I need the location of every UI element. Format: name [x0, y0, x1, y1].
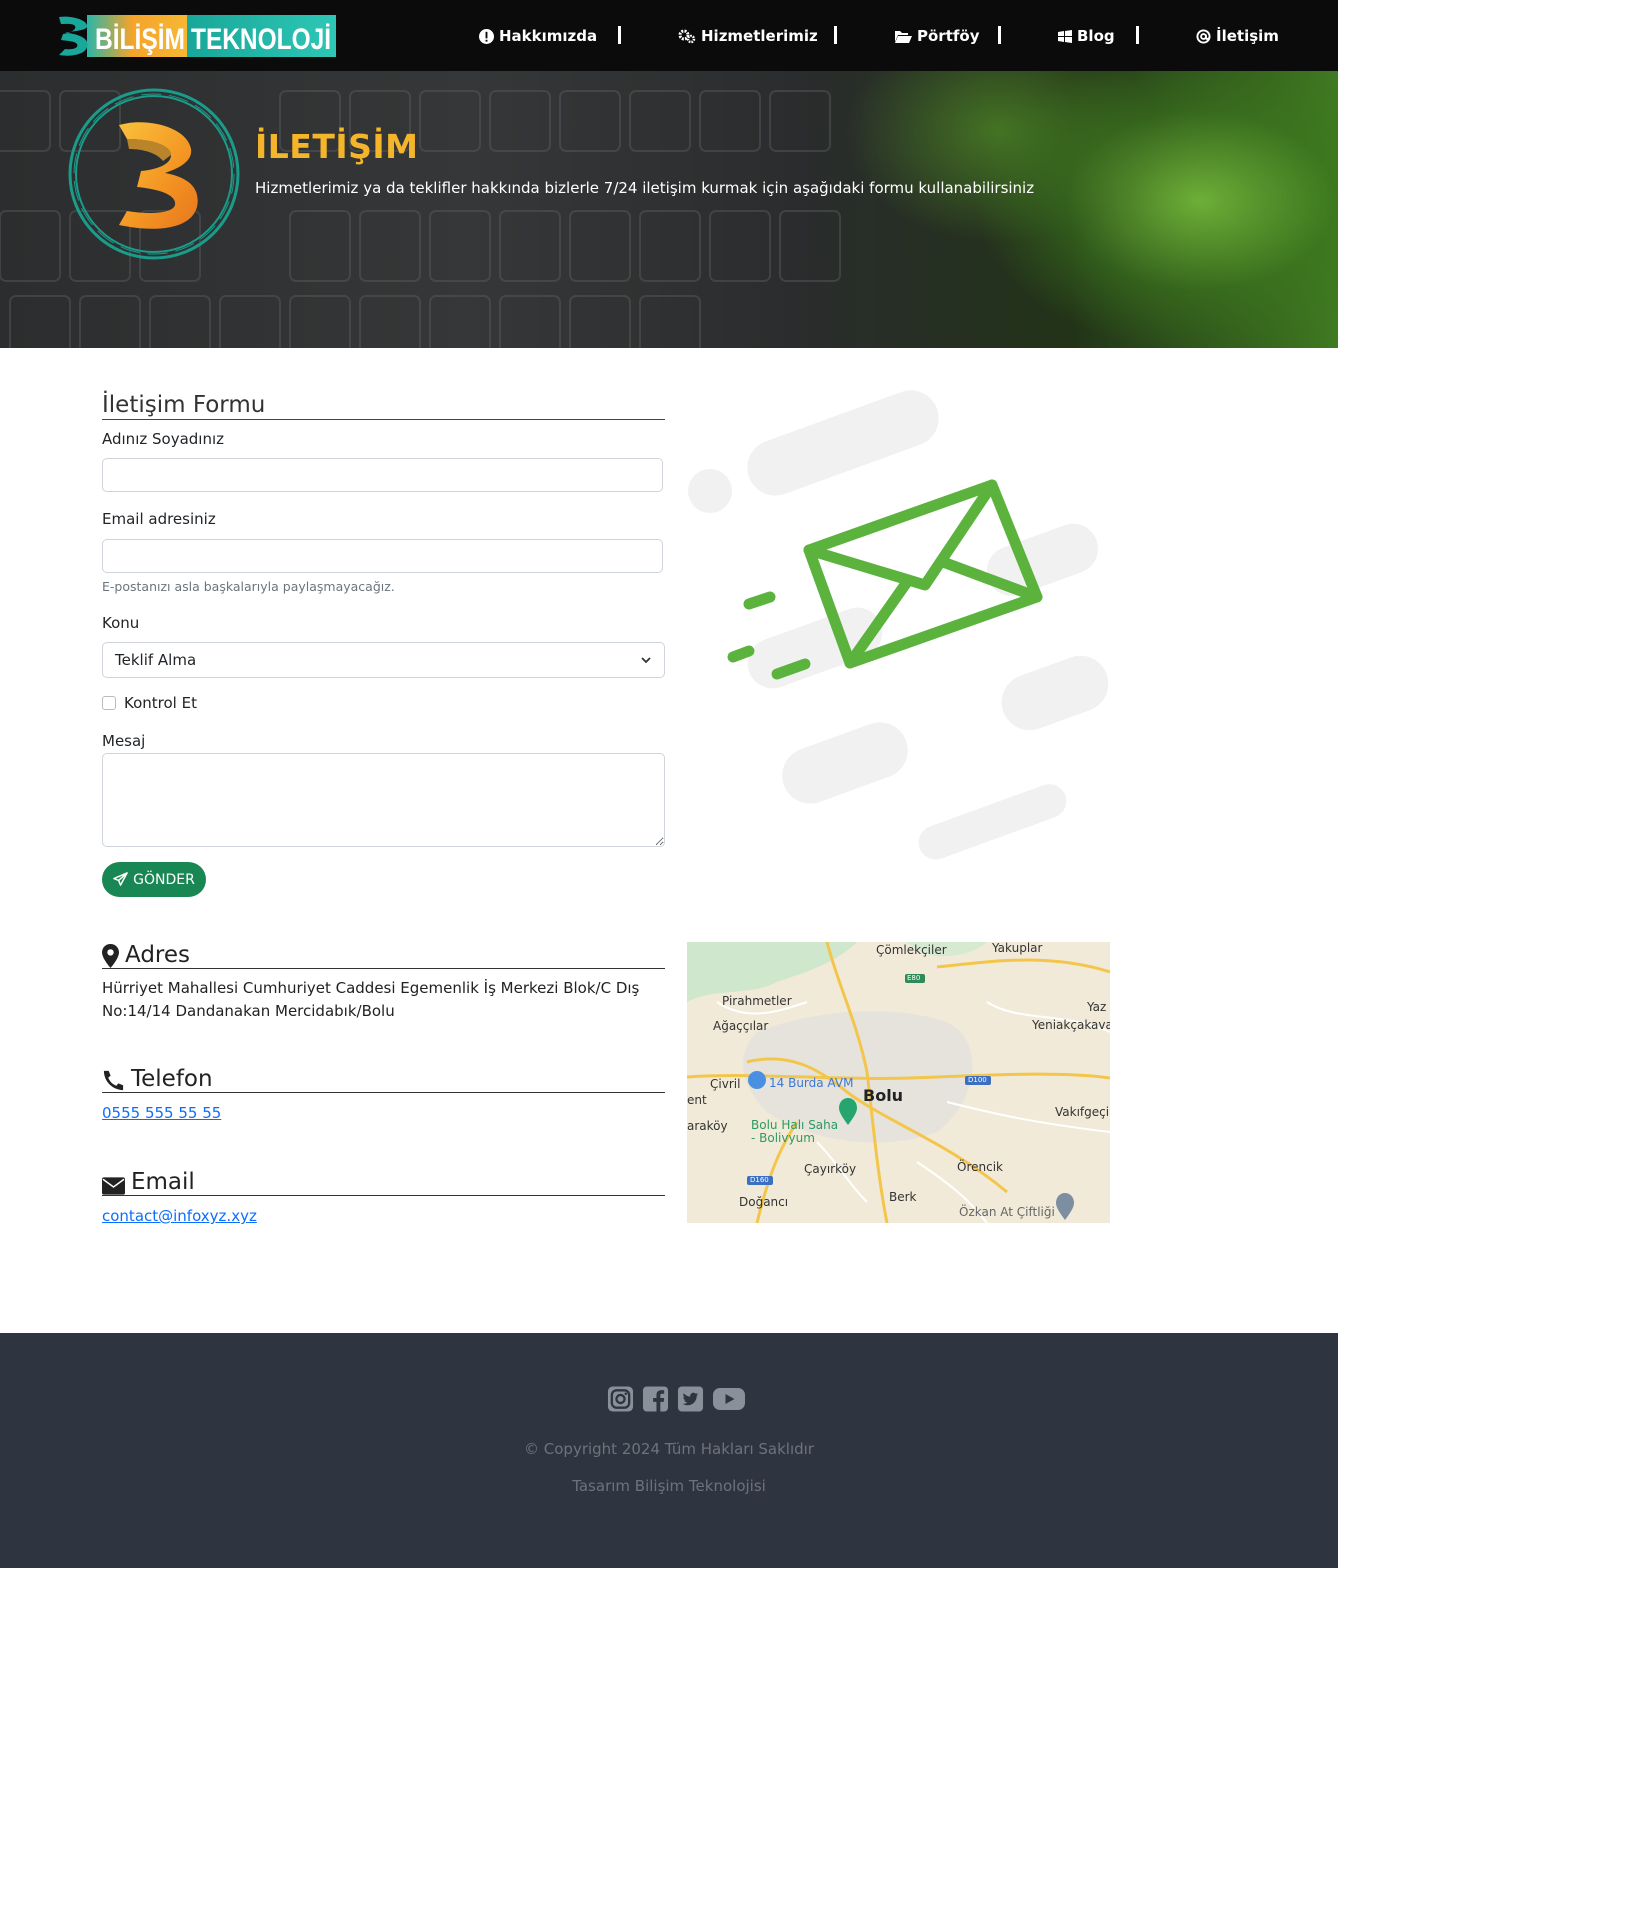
nav-separator — [1136, 26, 1139, 44]
envelope-icon — [102, 1177, 125, 1195]
facebook-icon[interactable] — [642, 1385, 669, 1413]
map-label: Çömlekçiler — [876, 943, 947, 957]
map-label: Bolu Halı Saha - Bolivyum — [751, 1118, 839, 1145]
nav-item-blog[interactable]: Blog — [1058, 25, 1115, 47]
nav-label: İletişim — [1216, 27, 1279, 45]
subject-label: Konu — [102, 614, 140, 632]
nav-item-hakkimizda[interactable]: Hakkımızda — [479, 25, 597, 47]
map-marker-icon — [102, 944, 119, 968]
submit-label: GÖNDER — [133, 871, 195, 888]
submit-button[interactable]: GÖNDER — [102, 862, 206, 897]
folder-open-icon — [895, 31, 912, 43]
email-input[interactable] — [102, 539, 663, 573]
control-checkbox[interactable] — [102, 696, 116, 710]
map-label: Berk — [889, 1190, 917, 1204]
logo-text-2: TEKNOLOJİ — [191, 23, 331, 56]
top-navbar: BİLİŞİM TEKNOLOJİ Hakkımızda Hizmetlerim… — [0, 0, 1338, 71]
map-label: araköy — [687, 1119, 728, 1133]
chevron-down-icon — [641, 657, 651, 664]
address-title: Adres — [125, 942, 191, 968]
nav-item-iletisim[interactable]: İletişim — [1196, 25, 1279, 47]
nav-item-portfoy[interactable]: Pörtföy — [894, 25, 979, 47]
map-label: 14 Burda AVM — [769, 1076, 854, 1090]
hero-emblem — [67, 87, 241, 261]
checkbox-label[interactable]: Kontrol Et — [124, 694, 197, 712]
check-row: Kontrol Et — [102, 694, 197, 712]
brand-logo[interactable]: BİLİŞİM TEKNOLOJİ — [57, 13, 336, 59]
windows-icon — [1058, 29, 1072, 43]
name-input[interactable] — [102, 458, 663, 492]
map-label: Yaz — [1087, 1000, 1107, 1014]
address-text: Hürriyet Mahallesi Cumhuriyet Caddesi Eg… — [102, 979, 640, 1020]
email-heading: Email — [102, 1169, 665, 1196]
twitter-icon[interactable] — [677, 1385, 704, 1413]
map-label: Çayırköy — [804, 1162, 857, 1176]
subject-selected-value: Teklif Alma — [115, 651, 197, 669]
nav-separator — [618, 26, 621, 44]
message-label: Mesaj — [102, 732, 146, 750]
map-label: Doğancı — [739, 1195, 789, 1209]
subject-select[interactable]: Teklif Alma — [102, 642, 665, 678]
phone-heading: Telefon — [102, 1066, 665, 1093]
map-label: Vakıfgeçi — [1055, 1105, 1110, 1119]
at-icon — [1196, 28, 1211, 44]
social-links — [607, 1385, 746, 1413]
hero-banner: İLETİŞİM Hizmetlerimiz ya da teklifler h… — [0, 71, 1338, 348]
copyright-text: © Copyright 2024 Tüm Hakları Saklıdır — [524, 1440, 814, 1458]
map-label: Bolu — [863, 1086, 904, 1105]
map-label: Yeniakçakava — [1032, 1018, 1110, 1032]
form-title: İletişim Formu — [102, 392, 665, 420]
nav-label: Hakkımızda — [499, 27, 598, 45]
map-label: Pirahmetler — [722, 994, 792, 1008]
nav-label: Hizmetlerimiz — [701, 27, 818, 45]
instagram-icon[interactable] — [607, 1385, 634, 1413]
location-map[interactable]: Çömlekçiler Yakuplar Pirahmetler Ağaççıl… — [687, 942, 1110, 1223]
nav-separator — [998, 26, 1001, 44]
page-subtitle: Hizmetlerimiz ya da teklifler hakkında b… — [255, 179, 1035, 197]
logo-text-1: BİLİŞİM — [95, 23, 185, 56]
map-road-label: E80 — [907, 974, 921, 982]
exclamation-circle-icon — [479, 28, 494, 44]
phone-row: 0555 555 55 55 — [102, 1102, 665, 1125]
envelope-illustration — [685, 385, 1115, 865]
nav-label: Blog — [1077, 27, 1115, 45]
phone-icon — [103, 1070, 124, 1091]
email-title: Email — [131, 1169, 195, 1195]
address-heading: Adres — [102, 942, 665, 969]
footer: © Copyright 2024 Tüm Hakları Saklıdır Ta… — [0, 1333, 1338, 1568]
phone-title: Telefon — [131, 1066, 213, 1092]
map-label: Ağaççılar — [713, 1019, 769, 1033]
phone-link[interactable]: 0555 555 55 55 — [102, 1104, 221, 1122]
design-credit: Tasarım Bilişim Teknolojisi — [572, 1477, 766, 1495]
page-title: İLETİŞİM — [255, 127, 419, 166]
email-link[interactable]: contact@infoxyz.xyz — [102, 1207, 257, 1225]
message-textarea[interactable] — [102, 753, 665, 847]
map-road-label: D100 — [968, 1076, 987, 1084]
nav-label: Pörtföy — [917, 27, 980, 45]
map-label: Çivril — [710, 1077, 741, 1091]
nav-separator — [834, 26, 837, 44]
email-label: Email adresiniz — [102, 510, 216, 528]
gears-icon — [678, 29, 696, 43]
email-row: contact@infoxyz.xyz — [102, 1205, 665, 1228]
map-label: Örencik — [957, 1160, 1003, 1174]
map-label: Özkan At Çiftliği — [959, 1205, 1055, 1219]
email-help-text: E-postanızı asla başkalarıyla paylaşmaya… — [102, 579, 395, 594]
nav-item-hizmetlerimiz[interactable]: Hizmetlerimiz — [678, 25, 818, 47]
youtube-icon[interactable] — [712, 1385, 746, 1413]
map-road-label: D160 — [750, 1176, 769, 1184]
map-label: Yakuplar — [992, 942, 1043, 955]
map-label: ent — [687, 1093, 707, 1107]
paper-plane-icon — [113, 872, 128, 886]
name-label: Adınız Soyadınız — [102, 430, 225, 448]
